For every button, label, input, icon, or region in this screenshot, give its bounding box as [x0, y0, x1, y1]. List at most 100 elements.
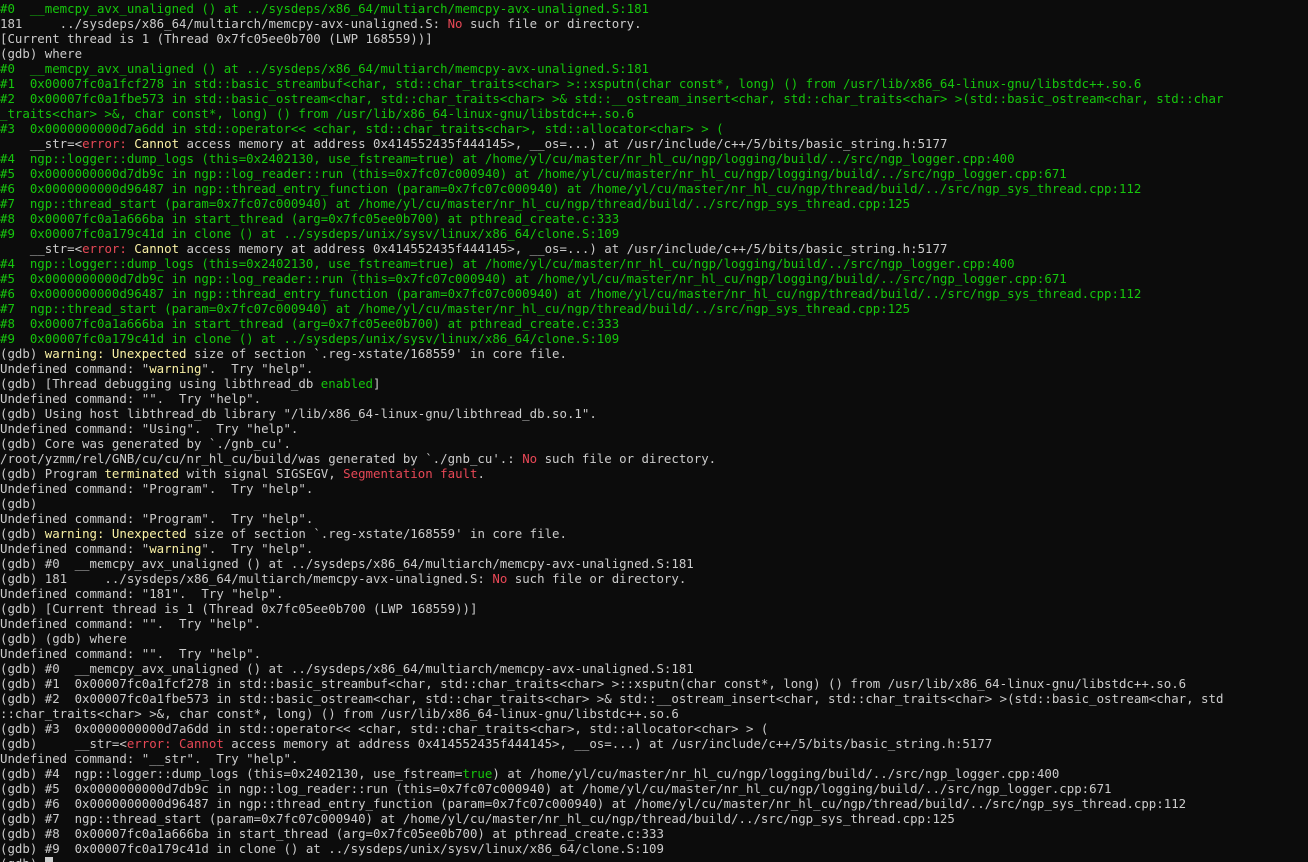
terminal-line: __str=<error: Cannot access memory at ad… — [0, 241, 1223, 256]
terminal-text-segment: (gdb) [Current thread is 1 (Thread 0x7fc… — [0, 601, 478, 616]
terminal-text-segment: /root/yzmm/rel/GNB/cu/cu/nr_hl_cu/build/… — [0, 451, 523, 466]
terminal-text-segment: (gdb) — [0, 856, 45, 862]
terminal-text-segment: Undefined command: "". Try "help". — [0, 616, 262, 631]
terminal-text-segment: 181 ../sysdeps/x86_64/multiarch/memcpy-a… — [0, 16, 448, 31]
terminal-text-segment: Undefined command: " — [0, 541, 150, 556]
terminal-line: Undefined command: "warning". Try "help"… — [0, 361, 1223, 376]
terminal-line: (gdb) [Thread debugging using libthread_… — [0, 376, 1223, 391]
terminal-text-segment: enabled — [320, 376, 373, 391]
terminal-text-segment: error: — [82, 241, 135, 256]
terminal-line: #7 ngp::thread_start (param=0x7fc07c0009… — [0, 301, 1223, 316]
terminal-text-segment: __str=< — [0, 241, 83, 256]
terminal-text-segment: Segmentation fault — [343, 466, 478, 481]
terminal-line: (gdb) #1 0x00007fc0a1fcf278 in std::basi… — [0, 676, 1223, 691]
terminal-text-segment: (gdb) #5 0x0000000000d7db9c in ngp::log_… — [0, 781, 1112, 796]
terminal-text-segment: #0 __memcpy_avx_unaligned () at ../sysde… — [0, 1, 650, 16]
terminal-line: /root/yzmm/rel/GNB/cu/cu/nr_hl_cu/build/… — [0, 451, 1223, 466]
terminal-text-segment: #5 0x0000000000d7db9c in ngp::log_reader… — [0, 271, 1067, 286]
terminal-text-segment: (gdb) Core was generated by `./gnb_cu'. — [0, 436, 291, 451]
terminal-line: #1 0x00007fc0a1fcf278 in std::basic_stre… — [0, 76, 1223, 91]
terminal-text-segment: (gdb) #8 0x00007fc0a1a666ba in start_thr… — [0, 826, 664, 841]
terminal-text-segment: #1 0x00007fc0a1fcf278 in std::basic_stre… — [0, 76, 1142, 91]
terminal-text-segment: Cannot — [134, 241, 180, 256]
terminal-line: #9 0x00007fc0a179c41d in clone () at ../… — [0, 226, 1223, 241]
terminal-text-segment: #3 0x0000000000d7a6dd in std::operator<<… — [0, 121, 724, 136]
terminal-text-segment: (gdb) Program — [0, 466, 105, 481]
terminal-text-segment: No — [447, 16, 463, 31]
terminal-line: (gdb) #8 0x00007fc0a1a666ba in start_thr… — [0, 826, 1223, 841]
terminal-line: #6 0x0000000000d96487 in ngp::thread_ent… — [0, 286, 1223, 301]
terminal-text-segment: (gdb) #7 ngp::thread_start (param=0x7fc0… — [0, 811, 955, 826]
terminal-line: (gdb) 181 ../sysdeps/x86_64/multiarch/me… — [0, 571, 1223, 586]
terminal-text-segment: (gdb) #3 0x0000000000d7a6dd in std::oper… — [0, 721, 769, 736]
terminal-text-segment: #9 0x00007fc0a179c41d in clone () at ../… — [0, 331, 620, 346]
terminal-text-segment: (gdb) __str=< — [0, 736, 127, 751]
terminal-text-segment: access memory at address 0x414552435f444… — [223, 736, 993, 751]
terminal-line: Undefined command: "Program". Try "help"… — [0, 481, 1223, 496]
terminal-line: (gdb) #0 __memcpy_avx_unaligned () at ..… — [0, 556, 1223, 571]
terminal-line: 181 ../sysdeps/x86_64/multiarch/memcpy-a… — [0, 16, 1223, 31]
terminal-text-segment: Undefined command: "181". Try "help". — [0, 586, 284, 601]
terminal-text-segment: access memory at address 0x414552435f444… — [179, 241, 948, 256]
terminal-text-segment: #2 0x00007fc0a1fbe573 in std::basic_ostr… — [0, 91, 1224, 106]
terminal-line: [Current thread is 1 (Thread 0x7fc05ee0b… — [0, 31, 1223, 46]
terminal-text-segment: #7 ngp::thread_start (param=0x7fc07c0009… — [0, 301, 911, 316]
terminal-text-segment: error: Cannot — [126, 736, 224, 751]
terminal-text-segment: Undefined command: "Program". Try "help"… — [0, 511, 314, 526]
terminal-text-segment: Undefined command: "". Try "help". — [0, 391, 262, 406]
terminal-line: (gdb) #2 0x00007fc0a1fbe573 in std::basi… — [0, 691, 1223, 706]
terminal-text-segment: (gdb) #6 0x0000000000d96487 in ngp::thre… — [0, 796, 1187, 811]
terminal-line: #0 __memcpy_avx_unaligned () at ../sysde… — [0, 61, 1223, 76]
terminal-line: (gdb) #5 0x0000000000d7db9c in ngp::log_… — [0, 781, 1223, 796]
terminal-text-segment: Undefined command: "__str". Try "help". — [0, 751, 299, 766]
terminal-text-segment: . — [477, 466, 485, 481]
terminal-line: #9 0x00007fc0a179c41d in clone () at ../… — [0, 331, 1223, 346]
terminal-line: #7 ngp::thread_start (param=0x7fc07c0009… — [0, 196, 1223, 211]
terminal-line: Undefined command: "181". Try "help". — [0, 586, 1223, 601]
terminal-text-segment: #7 ngp::thread_start (param=0x7fc07c0009… — [0, 196, 911, 211]
terminal-text-segment: true — [462, 766, 493, 781]
terminal-line: Undefined command: "Program". Try "help"… — [0, 511, 1223, 526]
terminal-line: #4 ngp::logger::dump_logs (this=0x240213… — [0, 151, 1223, 166]
terminal-line: (gdb) — [0, 496, 1223, 511]
terminal-text-segment: access memory at address 0x414552435f444… — [179, 136, 948, 151]
terminal-text-segment: Cannot — [134, 136, 180, 151]
terminal-line: #8 0x00007fc0a1a666ba in start_thread (a… — [0, 211, 1223, 226]
terminal-text-segment: (gdb) where — [0, 46, 83, 61]
terminal-text-segment: #6 0x0000000000d96487 in ngp::thread_ent… — [0, 286, 1142, 301]
terminal-line: #5 0x0000000000d7db9c in ngp::log_reader… — [0, 166, 1223, 181]
terminal-text-segment: warning: Unexpected — [44, 526, 187, 541]
terminal-line: Undefined command: "warning". Try "help"… — [0, 541, 1223, 556]
terminal-line: (gdb) Core was generated by `./gnb_cu'. — [0, 436, 1223, 451]
terminal-window[interactable]: #0 __memcpy_avx_unaligned () at ../sysde… — [0, 0, 1308, 862]
terminal-text-segment: ] — [373, 376, 381, 391]
terminal-line: (gdb) Using host libthread_db library "/… — [0, 406, 1223, 421]
terminal-line: (gdb) #3 0x0000000000d7a6dd in std::oper… — [0, 721, 1223, 736]
terminal-text-segment: Undefined command: " — [0, 361, 150, 376]
terminal-text-segment: (gdb) (gdb) where — [0, 631, 127, 646]
terminal-line: #5 0x0000000000d7db9c in ngp::log_reader… — [0, 271, 1223, 286]
terminal-line: (gdb) — [0, 856, 1223, 862]
terminal-line: (gdb) (gdb) where — [0, 631, 1223, 646]
terminal-line: #8 0x00007fc0a1a666ba in start_thread (a… — [0, 316, 1223, 331]
terminal-text-segment: (gdb) #4 ngp::logger::dump_logs (this=0x… — [0, 766, 463, 781]
terminal-line: (gdb) #6 0x0000000000d96487 in ngp::thre… — [0, 796, 1223, 811]
terminal-text-segment: (gdb) — [0, 346, 45, 361]
terminal-line: Undefined command: "". Try "help". — [0, 616, 1223, 631]
terminal-text-segment: (gdb) — [0, 496, 38, 511]
terminal-text-segment: such file or directory. — [507, 571, 687, 586]
terminal-text-segment: size of section `.reg-xstate/168559' in … — [186, 526, 567, 541]
terminal-line: #6 0x0000000000d96487 in ngp::thread_ent… — [0, 181, 1223, 196]
terminal-line: _traits<char> >&, char const*, long) () … — [0, 106, 1223, 121]
terminal-line: (gdb) [Current thread is 1 (Thread 0x7fc… — [0, 601, 1223, 616]
terminal-line: Undefined command: "". Try "help". — [0, 646, 1223, 661]
terminal-text-segment: #5 0x0000000000d7db9c in ngp::log_reader… — [0, 166, 1067, 181]
terminal-text-segment: warning: Unexpected — [44, 346, 187, 361]
terminal-text-segment: #8 0x00007fc0a1a666ba in start_thread (a… — [0, 316, 620, 331]
terminal-text-segment: ) at /home/yl/cu/master/nr_hl_cu/ngp/log… — [492, 766, 1060, 781]
terminal-text-segment: ". Try "help". — [201, 361, 314, 376]
terminal-line: Undefined command: "". Try "help". — [0, 391, 1223, 406]
terminal-text-segment: #4 ngp::logger::dump_logs (this=0x240213… — [0, 151, 1015, 166]
terminal-text-segment: (gdb) 181 ../sysdeps/x86_64/multiarch/me… — [0, 571, 493, 586]
terminal-text-segment: (gdb) #1 0x00007fc0a1fcf278 in std::basi… — [0, 676, 1187, 691]
